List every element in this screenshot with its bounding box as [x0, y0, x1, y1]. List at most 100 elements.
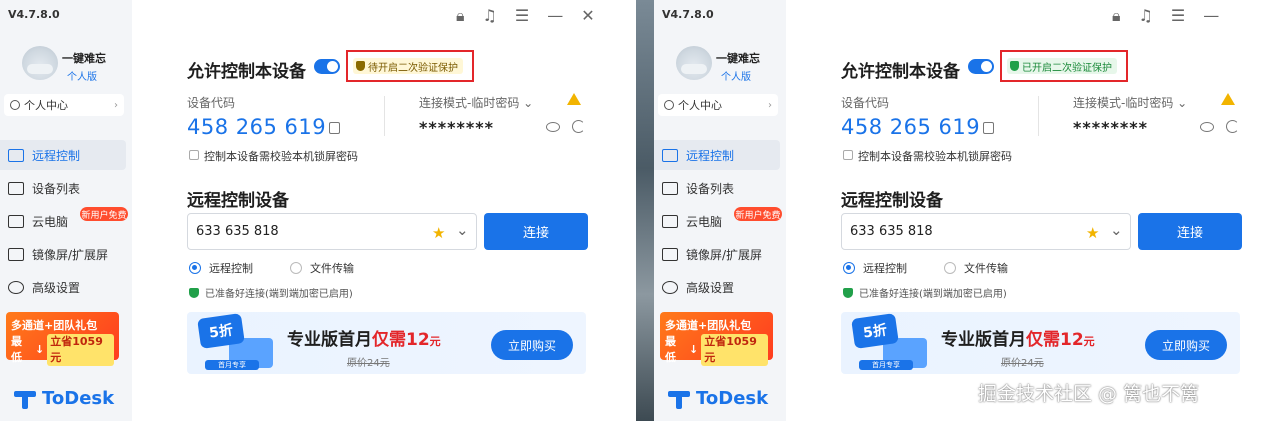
avatar[interactable]	[676, 46, 712, 80]
side-promo-banner[interactable]: 多通道+团队礼包 最低 ↓ 立省1059元	[660, 312, 773, 366]
lock-screen-checkbox[interactable]	[189, 150, 199, 160]
star-icon[interactable]: ★	[432, 224, 445, 242]
connection-mode-dropdown[interactable]: 连接模式-临时密码 ⌄	[1073, 94, 1187, 111]
sidebar-item-mirror-screen[interactable]: 镜像屏/扩展屏	[0, 239, 126, 269]
eye-hidden-icon[interactable]	[1200, 122, 1214, 132]
radio-remote-control[interactable]: 远程控制	[189, 260, 253, 276]
warning-icon[interactable]	[567, 93, 581, 105]
arrow-down-icon: ↓	[689, 343, 699, 356]
side-promo-banner[interactable]: 多通道+团队礼包 最低 ↓ 立省1059元	[6, 312, 119, 366]
radio-remote-control[interactable]: 远程控制	[843, 260, 907, 276]
sidebar-item-label: 云电脑	[32, 214, 69, 229]
discount-illustration: 5折 首月专享	[197, 313, 277, 372]
temp-password: ********	[419, 118, 494, 137]
eye-hidden-icon[interactable]	[546, 122, 560, 132]
allow-control-toggle[interactable]	[968, 59, 994, 74]
security-highlight-box: 已开启二次验证保护	[1000, 50, 1128, 82]
security-status-text: 已开启二次验证保护	[1022, 62, 1112, 74]
buy-now-button[interactable]: 立即购买	[1145, 330, 1227, 360]
main-content: 允许控制本设备 待开启二次验证保护 设备代码 458 265 619 连接模式-…	[132, 0, 636, 421]
pro-promo-banner[interactable]: 5折 首月专享 专业版首月仅需12元 原价24元 立即购买	[187, 312, 586, 374]
sidebar-item-device-list[interactable]: 设备列表	[654, 173, 780, 203]
user-icon	[664, 100, 674, 110]
sidebar-item-device-list[interactable]: 设备列表	[0, 173, 126, 203]
sidebar-item-label: 高级设置	[32, 280, 81, 295]
remote-id-value: 633 635 818	[196, 224, 279, 239]
remote-id-value: 633 635 818	[850, 224, 933, 239]
side-promo-line1: 多通道+团队礼包	[665, 319, 752, 332]
pro-promo-banner[interactable]: 5折 首月专享 专业版首月仅需12元 原价24元 立即购买	[841, 312, 1240, 374]
personal-center-button[interactable]: 个人中心 ›	[658, 94, 778, 116]
security-status-badge[interactable]: 已开启二次验证保护	[1007, 58, 1117, 74]
refresh-icon[interactable]	[1226, 120, 1239, 133]
user-name: 一键难忘	[716, 52, 760, 65]
mirror-icon	[8, 247, 24, 261]
devices-icon	[8, 181, 24, 195]
devices-icon	[662, 181, 678, 195]
star-icon[interactable]: ★	[1086, 224, 1099, 242]
remote-control-title: 远程控制设备	[187, 191, 289, 211]
sidebar-item-remote-control[interactable]: 远程控制	[654, 140, 780, 170]
cloud-pc-icon	[662, 214, 678, 228]
remote-id-input[interactable]: 633 635 818 ★ ⌄	[841, 213, 1131, 250]
lock-screen-checkbox-label: 控制本设备需校验本机锁屏密码	[204, 150, 358, 163]
personal-center-button[interactable]: 个人中心 ›	[4, 94, 124, 116]
radio-label: 文件传输	[964, 262, 1008, 275]
shield-check-icon	[189, 287, 199, 298]
avatar[interactable]	[22, 46, 58, 80]
radio-dot	[290, 262, 302, 274]
radio-label: 远程控制	[209, 262, 253, 275]
chevron-right-icon: ›	[114, 99, 118, 111]
lock-screen-checkbox[interactable]	[843, 150, 853, 160]
promo-title: 专业版首月仅需12元	[941, 330, 1095, 350]
radio-file-transfer[interactable]: 文件传输	[944, 260, 1008, 276]
allow-control-toggle[interactable]	[314, 59, 340, 74]
chevron-down-icon[interactable]: ⌄	[456, 221, 469, 239]
sidebar-item-label: 高级设置	[686, 280, 735, 295]
original-price: 原价24元	[347, 358, 390, 369]
radio-label: 文件传输	[310, 262, 354, 275]
refresh-icon[interactable]	[572, 120, 585, 133]
sidebar-item-mirror-screen[interactable]: 镜像屏/扩展屏	[654, 239, 780, 269]
chevron-down-icon[interactable]: ⌄	[1110, 221, 1123, 239]
new-user-badge: 新用户免费	[734, 207, 782, 221]
sidebar-item-label: 远程控制	[686, 148, 735, 163]
sidebar-item-label: 远程控制	[32, 148, 81, 163]
version-label: V4.7.8.0	[8, 8, 60, 21]
ready-status: 已准备好连接(端到端加密已启用)	[189, 285, 353, 300]
copy-icon[interactable]	[983, 122, 994, 134]
connection-mode-dropdown[interactable]: 连接模式-临时密码 ⌄	[419, 94, 533, 111]
buy-now-button[interactable]: 立即购买	[491, 330, 573, 360]
mirror-icon	[662, 247, 678, 261]
chevron-down-icon: ⌄	[523, 96, 534, 110]
chevron-right-icon: ›	[768, 99, 772, 111]
todesk-logo: ToDesk	[14, 388, 114, 409]
sidebar-item-advanced-settings[interactable]: 高级设置	[0, 272, 126, 302]
monitor-icon	[8, 148, 24, 162]
warning-icon[interactable]	[1221, 93, 1235, 105]
sidebar-item-label: 镜像屏/扩展屏	[686, 247, 763, 262]
shield-check-icon	[843, 287, 853, 298]
ready-status-text: 已准备好连接(端到端加密已启用)	[205, 289, 353, 300]
original-price: 原价24元	[1001, 358, 1044, 369]
connect-button[interactable]: 连接	[484, 213, 588, 250]
remote-id-input[interactable]: 633 635 818 ★ ⌄	[187, 213, 477, 250]
sidebar: V4.7.8.0 一键难忘 个人版 个人中心 › 远程控制 设备列表 云电脑 新…	[654, 0, 786, 421]
divider	[384, 96, 385, 136]
sidebar-item-advanced-settings[interactable]: 高级设置	[654, 272, 780, 302]
discount-illustration: 5折 首月专享	[851, 313, 931, 372]
sidebar-item-remote-control[interactable]: 远程控制	[0, 140, 126, 170]
side-promo-line1: 多通道+团队礼包	[11, 319, 98, 332]
connect-button[interactable]: 连接	[1138, 213, 1242, 250]
cloud-pc-icon	[8, 214, 24, 228]
radio-file-transfer[interactable]: 文件传输	[290, 260, 354, 276]
discount-badge: 5折	[197, 313, 245, 349]
background-photo-strip	[636, 0, 654, 421]
device-code: 458 265 619	[841, 115, 981, 139]
security-status-badge[interactable]: 待开启二次验证保护	[353, 58, 463, 74]
user-tier: 个人版	[721, 72, 751, 83]
todesk-window-left: V4.7.8.0 一键难忘 个人版 个人中心 › 远程控制 设备列表 云电脑 新…	[0, 0, 636, 421]
radio-dot-selected	[189, 262, 201, 274]
todesk-logo-icon	[14, 389, 36, 409]
copy-icon[interactable]	[329, 122, 340, 134]
